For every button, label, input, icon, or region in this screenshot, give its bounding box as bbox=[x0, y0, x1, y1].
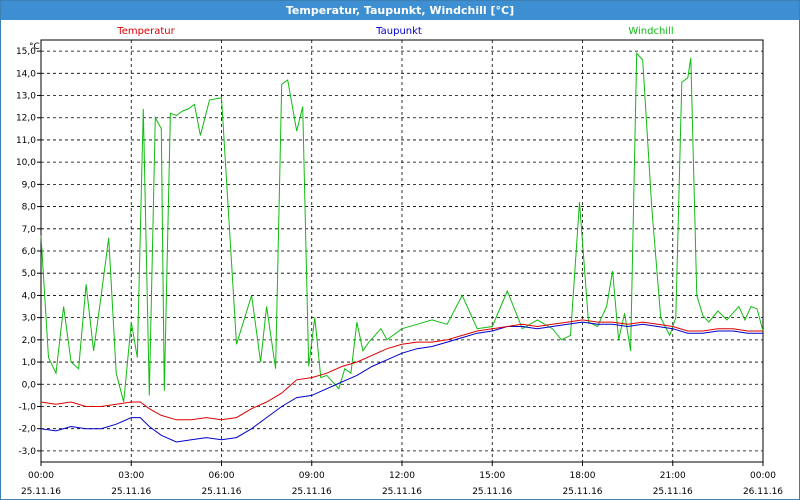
chart-window: Temperatur, Taupunkt, Windchill [°C] -3,… bbox=[0, 0, 800, 500]
x-tick-time: 06:00 bbox=[209, 471, 235, 481]
x-tick-date: 25.11.16 bbox=[472, 487, 512, 497]
y-axis-unit: °C bbox=[29, 42, 40, 52]
legend-temperatur: Temperatur bbox=[116, 26, 175, 37]
x-tick-time: 03:00 bbox=[118, 471, 144, 481]
y-tick-label: 8,0 bbox=[22, 203, 37, 213]
y-tick-label: 10,0 bbox=[16, 158, 36, 168]
y-tick-label: -1,0 bbox=[18, 402, 36, 412]
legend-taupunkt: Taupunkt bbox=[375, 26, 422, 37]
x-tick-time: 00:00 bbox=[28, 471, 54, 481]
legend-windchill: Windchill bbox=[628, 26, 673, 37]
y-tick-label: 1,0 bbox=[22, 358, 37, 368]
y-tick-label: 0,0 bbox=[22, 380, 37, 390]
y-tick-label: 3,0 bbox=[22, 314, 37, 324]
x-tick-date: 25.11.16 bbox=[562, 487, 602, 497]
y-tick-label: 12,0 bbox=[16, 114, 36, 124]
y-tick-label: 2,0 bbox=[22, 336, 37, 346]
y-tick-label: -2,0 bbox=[18, 425, 36, 435]
y-tick-label: 4,0 bbox=[22, 291, 37, 301]
y-axis-ticks: -3,0 -2,0 -1,0 0,0 1,0 2,0 3,0 4,0 5,0 6,0 7,0 8,0 9… bbox=[16, 47, 41, 457]
x-tick-time: 21:00 bbox=[660, 471, 686, 481]
grid bbox=[41, 40, 763, 462]
y-tick-label: 7,0 bbox=[22, 225, 37, 235]
x-tick-time: 15:00 bbox=[479, 471, 505, 481]
x-tick-time: 18:00 bbox=[570, 471, 596, 481]
x-tick-date: 26.11.16 bbox=[743, 487, 783, 497]
x-tick-time: 12:00 bbox=[389, 471, 415, 481]
y-tick-label: -3,0 bbox=[18, 447, 36, 457]
y-tick-label: 11,0 bbox=[16, 136, 36, 146]
legend: Temperatur Taupunkt Windchill bbox=[116, 26, 673, 37]
x-tick-date: 25.11.16 bbox=[21, 487, 61, 497]
x-tick-time: 09:00 bbox=[299, 471, 325, 481]
x-axis-ticks: 00:00 25.11.16 03:00 25.11.16 06:00 25.11.16 0… bbox=[21, 462, 783, 497]
y-tick-label: 14,0 bbox=[16, 69, 36, 79]
line-chart: -3,0 -2,0 -1,0 0,0 1,0 2,0 3,0 4,0 5,0 6,0 7,0 8,0 9… bbox=[16, 26, 783, 497]
x-tick-date: 25.11.16 bbox=[111, 487, 151, 497]
x-tick-date: 25.11.16 bbox=[292, 487, 332, 497]
y-tick-label: 5,0 bbox=[22, 269, 37, 279]
y-tick-label: 13,0 bbox=[16, 92, 36, 102]
x-tick-time: 00:00 bbox=[750, 471, 776, 481]
x-tick-date: 25.11.16 bbox=[201, 487, 241, 497]
y-tick-label: 6,0 bbox=[22, 247, 37, 257]
x-tick-date: 25.11.16 bbox=[653, 487, 693, 497]
x-tick-date: 25.11.16 bbox=[382, 487, 422, 497]
y-tick-label: 9,0 bbox=[22, 180, 37, 190]
